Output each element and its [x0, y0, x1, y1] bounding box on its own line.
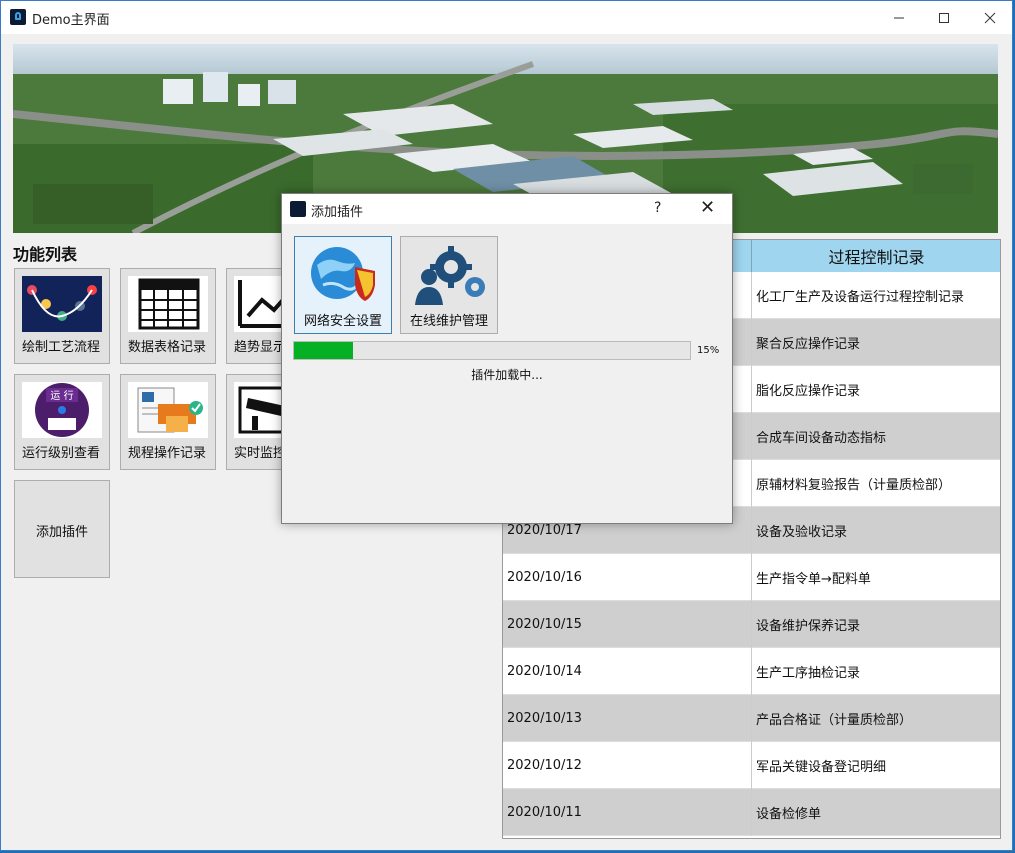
- record-cell: 生产工序抽检记录: [756, 666, 861, 681]
- plugin-load-progress-bar: [293, 341, 691, 360]
- loading-status-text: 插件加载中...: [471, 368, 543, 382]
- record-cell: 脂化反应操作记录: [756, 384, 861, 399]
- plugin-label: 网络安全设置: [303, 314, 382, 329]
- date-cell: 2020/10/15: [503, 601, 752, 648]
- svg-text:运 行: 运 行: [50, 389, 73, 402]
- help-button[interactable]: ?: [654, 200, 661, 216]
- dialog-app-icon: [290, 201, 306, 217]
- table-row[interactable]: 2020/10/16 生产指令单→配料单: [503, 554, 1000, 601]
- add-plugin-label: 添加插件: [35, 525, 88, 540]
- process-flow-icon: [22, 276, 102, 332]
- record-cell: 原辅材料复验报告（计量质检部）: [756, 478, 952, 493]
- run-level-badge-icon: 运 行: [22, 382, 102, 438]
- table-row[interactable]: 2020/10/14 生产工序抽检记录: [503, 648, 1000, 695]
- record-cell: 产品合格证（计量质检部）: [756, 713, 913, 728]
- record-cell: 化工厂生产及设备运行过程控制记录: [756, 290, 965, 305]
- tile-label: 绘制工艺流程: [22, 340, 101, 355]
- main-window: Demo主界面 功能列表 绘制工艺流程 数据表格记录 趋势显示 运 行 运行级别…: [0, 0, 1013, 851]
- column-header-records[interactable]: 过程控制记录: [752, 240, 1000, 272]
- add-plugin-button[interactable]: 添加插件: [14, 480, 110, 578]
- network-security-icon: [311, 247, 375, 301]
- close-icon: [984, 12, 996, 23]
- tile-label: 数据表格记录: [128, 340, 207, 355]
- tile-procedure-record[interactable]: 规程操作记录: [120, 374, 216, 470]
- tile-label: 规程操作记录: [128, 446, 207, 461]
- add-plugin-dialog: 添加插件 ? ✕ 网络安全设置 在线维护管理 15% 插件加载中...: [281, 193, 733, 524]
- record-cell: 设备及验收记录: [756, 525, 848, 540]
- app-icon: [10, 9, 26, 25]
- plugin-label: 在线维护管理: [409, 314, 488, 329]
- function-list-title: 功能列表: [13, 245, 78, 264]
- record-cell: 聚合反应操作记录: [756, 337, 861, 352]
- title-bar: Demo主界面: [1, 1, 1012, 34]
- tile-draw-process[interactable]: 绘制工艺流程: [14, 268, 110, 364]
- data-table-icon: [128, 276, 208, 332]
- minimize-button[interactable]: [876, 1, 922, 34]
- progress-percent: 15%: [697, 345, 720, 356]
- minimize-icon: [894, 17, 904, 18]
- record-cell: 合成车间设备动态指标: [756, 431, 887, 446]
- table-row[interactable]: 2020/10/11 设备检修单: [503, 789, 1000, 836]
- plugin-online-maintenance[interactable]: 在线维护管理: [400, 236, 498, 334]
- maximize-button[interactable]: [921, 1, 967, 34]
- record-cell: 设备维护保养记录: [756, 619, 861, 634]
- date-cell: 2020/10/16: [503, 554, 752, 601]
- plugin-network-security[interactable]: 网络安全设置: [294, 236, 392, 334]
- online-maintenance-icon: [415, 246, 485, 305]
- dialog-title-bar: 添加插件 ? ✕: [282, 194, 732, 224]
- date-cell: 2020/10/13: [503, 695, 752, 742]
- table-row[interactable]: 2020/10/13 产品合格证（计量质检部）: [503, 695, 1000, 742]
- dialog-title: 添加插件: [311, 205, 364, 220]
- progress-fill: [294, 342, 354, 359]
- dialog-close-button[interactable]: ✕: [700, 197, 715, 218]
- record-cell: 生产指令单→配料单: [756, 572, 871, 587]
- table-row[interactable]: 2020/10/15 设备维护保养记录: [503, 601, 1000, 648]
- tile-run-level[interactable]: 运 行 运行级别查看: [14, 374, 110, 470]
- maximize-icon: [939, 12, 949, 23]
- record-cell: 设备检修单: [756, 807, 822, 822]
- procedure-document-icon: [128, 382, 208, 438]
- date-cell: 2020/10/14: [503, 648, 752, 695]
- tile-data-table[interactable]: 数据表格记录: [120, 268, 216, 364]
- table-row[interactable]: 2020/10/12 军品关键设备登记明细: [503, 742, 1000, 789]
- record-cell: 军品关键设备登记明细: [756, 760, 887, 775]
- close-button[interactable]: [967, 1, 1013, 34]
- window-title: Demo主界面: [32, 13, 110, 28]
- date-cell: 2020/10/11: [503, 789, 752, 836]
- tile-label: 运行级别查看: [22, 446, 101, 461]
- date-cell: 2020/10/12: [503, 742, 752, 789]
